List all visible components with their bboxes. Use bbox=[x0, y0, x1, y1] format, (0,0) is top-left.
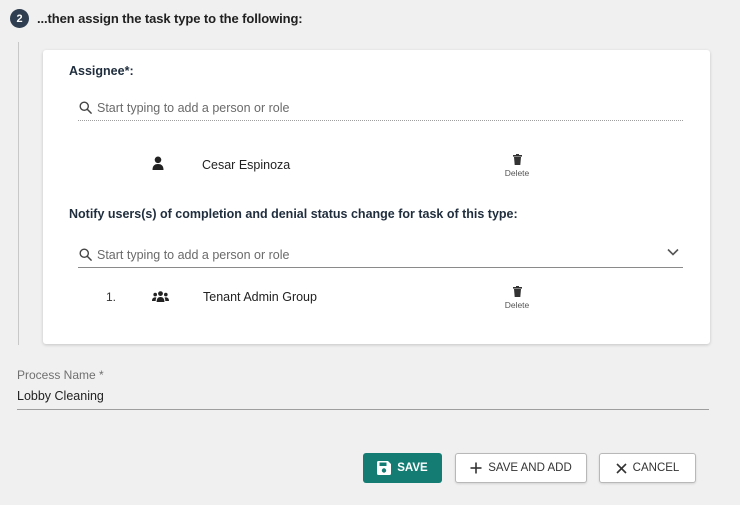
search-icon bbox=[79, 248, 92, 261]
notify-label: Notify users(s) of completion and denial… bbox=[69, 207, 518, 221]
save-button[interactable]: SAVE bbox=[363, 453, 442, 483]
trash-icon bbox=[512, 154, 522, 165]
assignee-row: Cesar Espinoza Delete bbox=[43, 150, 710, 180]
step-title: ...then assign the task type to the foll… bbox=[37, 11, 303, 26]
notify-search[interactable] bbox=[78, 242, 683, 268]
step-connector-line bbox=[18, 42, 19, 345]
step-number-badge: 2 bbox=[10, 9, 29, 28]
notify-delete-button[interactable]: Delete bbox=[497, 286, 537, 310]
save-and-add-button[interactable]: SAVE AND ADD bbox=[455, 453, 587, 483]
close-icon bbox=[616, 462, 627, 474]
notify-name: Tenant Admin Group bbox=[203, 290, 317, 304]
floppy-icon bbox=[377, 461, 392, 475]
plus-icon bbox=[470, 462, 482, 474]
cancel-button[interactable]: CANCEL bbox=[599, 453, 696, 483]
save-label: SAVE bbox=[397, 462, 428, 474]
notify-search-input[interactable] bbox=[97, 247, 657, 262]
assignee-search-input[interactable] bbox=[97, 100, 657, 115]
process-name-field[interactable]: Process Name * Lobby Cleaning bbox=[17, 368, 709, 410]
assignment-card: Assignee*: Cesar Espinoza Delete Notify … bbox=[43, 50, 710, 344]
assignee-search[interactable] bbox=[78, 95, 683, 121]
assignee-delete-button[interactable]: Delete bbox=[497, 154, 537, 178]
process-name-input[interactable]: Lobby Cleaning bbox=[17, 389, 709, 410]
delete-label: Delete bbox=[504, 300, 530, 310]
delete-label: Delete bbox=[504, 168, 530, 178]
person-icon bbox=[152, 156, 164, 170]
process-name-label: Process Name * bbox=[17, 368, 104, 382]
group-icon bbox=[152, 291, 169, 302]
trash-icon bbox=[512, 286, 522, 297]
cancel-label: CANCEL bbox=[632, 462, 680, 474]
notify-row-index: 1. bbox=[106, 290, 117, 304]
search-icon bbox=[79, 101, 92, 114]
assignee-label: Assignee*: bbox=[69, 64, 134, 78]
step-header: 2 ...then assign the task type to the fo… bbox=[10, 9, 303, 28]
save-and-add-label: SAVE AND ADD bbox=[488, 462, 572, 474]
chevron-down-icon[interactable] bbox=[667, 248, 679, 256]
assignee-name: Cesar Espinoza bbox=[202, 158, 291, 172]
notify-row: 1. Tenant Admin Group Delete bbox=[43, 282, 710, 312]
